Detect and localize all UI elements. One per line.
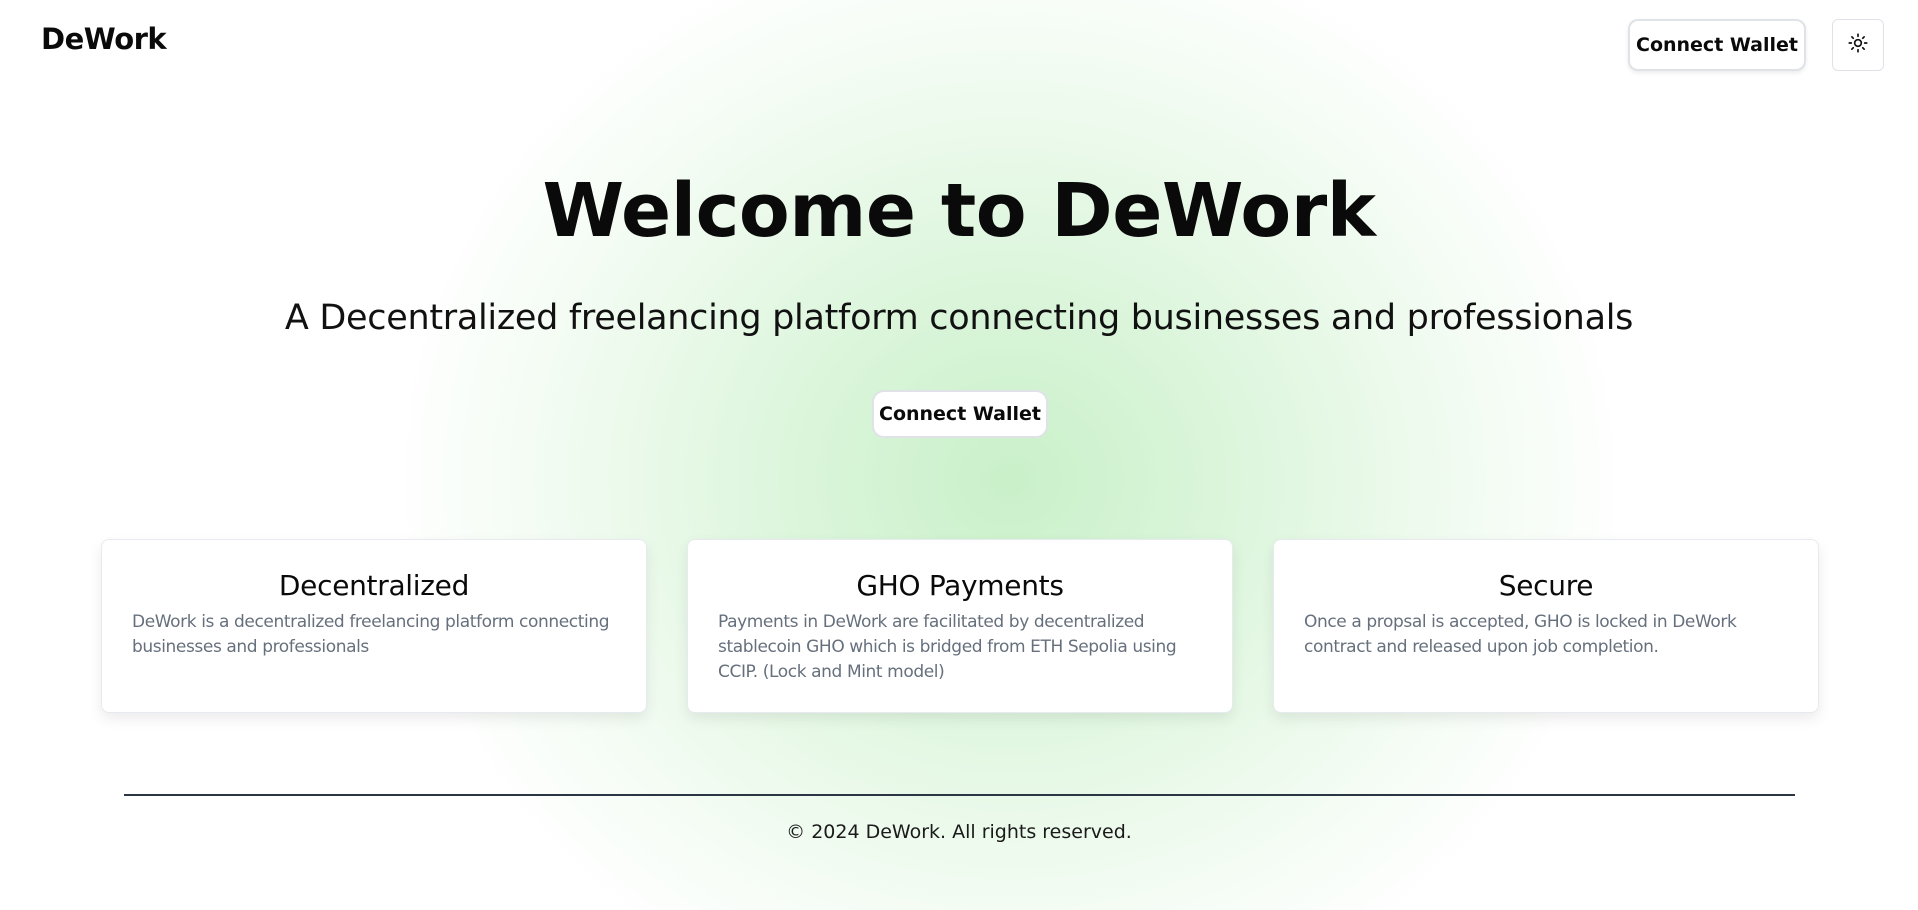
feature-card-decentralized: Decentralized DeWork is a decentralized … bbox=[101, 539, 647, 713]
footer-copyright: © 2024 DeWork. All rights reserved. bbox=[786, 821, 1132, 843]
footer-divider bbox=[124, 794, 1795, 796]
hero-subtitle: A Decentralized freelancing platform con… bbox=[284, 298, 1634, 338]
hero-title: Welcome to DeWork bbox=[542, 168, 1376, 254]
header-connect-wallet-button[interactable]: Connect Wallet bbox=[1628, 19, 1806, 71]
feature-card-description: DeWork is a decentralized freelancing pl… bbox=[132, 612, 610, 657]
site-header: DeWork Connect Wallet bbox=[0, 0, 1918, 90]
feature-card-description: Payments in DeWork are facilitated by de… bbox=[718, 612, 1177, 682]
theme-toggle-button[interactable] bbox=[1832, 19, 1884, 71]
feature-card-title: GHO Payments bbox=[856, 569, 1064, 602]
feature-card-description: Once a propsal is accepted, GHO is locke… bbox=[1304, 612, 1737, 657]
feature-card-title: Decentralized bbox=[278, 569, 470, 602]
feature-card-secure: Secure Once a propsal is accepted, GHO i… bbox=[1273, 539, 1819, 713]
feature-card-title: Secure bbox=[1498, 569, 1594, 602]
sun-icon bbox=[1848, 33, 1868, 57]
feature-card-gho-payments: GHO Payments Payments in DeWork are faci… bbox=[687, 539, 1233, 713]
hero-connect-wallet-button[interactable]: Connect Wallet bbox=[872, 390, 1048, 438]
logo[interactable]: DeWork bbox=[41, 22, 167, 56]
